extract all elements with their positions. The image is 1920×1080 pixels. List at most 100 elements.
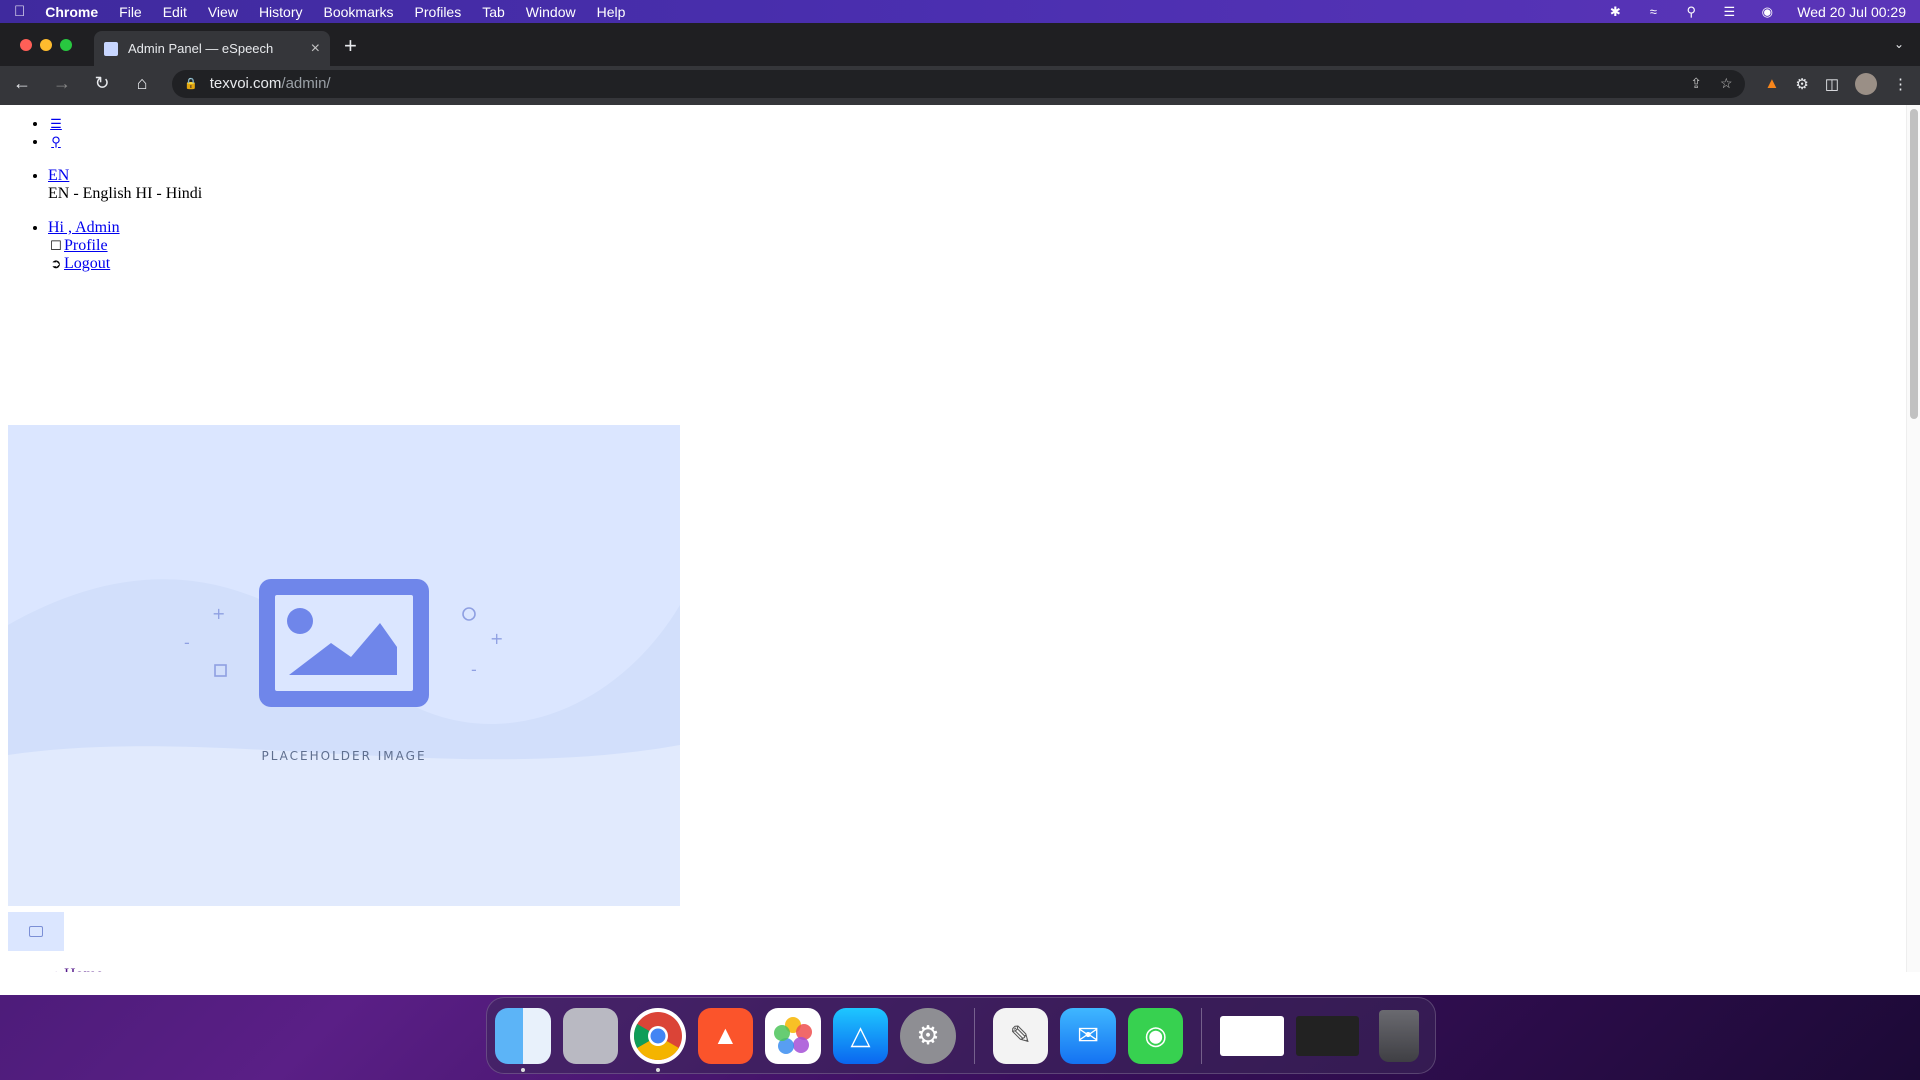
- tab-strip: Admin Panel — eSpeech × + ⌄: [0, 23, 1920, 66]
- home-button-icon[interactable]: ⌂: [132, 73, 152, 94]
- share-icon[interactable]: ⇪: [1690, 75, 1702, 92]
- browser-menu-icon[interactable]: ⋮: [1893, 75, 1908, 93]
- back-icon[interactable]: ←: [12, 73, 32, 94]
- menu-edit[interactable]: Edit: [163, 4, 187, 20]
- dock-system-preferences-icon[interactable]: ⚙: [900, 1007, 956, 1064]
- menu-window[interactable]: Window: [526, 4, 576, 20]
- dock-brave-icon[interactable]: ▲: [697, 1007, 754, 1064]
- dock-launchpad-icon[interactable]: [562, 1007, 619, 1064]
- new-tab-button[interactable]: +: [344, 35, 357, 57]
- language-options[interactable]: EN - English HI - Hindi: [48, 185, 202, 202]
- running-indicator: [521, 1067, 525, 1072]
- dock-photos-icon[interactable]: [765, 1007, 821, 1064]
- list-item: ⌂Home: [48, 966, 161, 972]
- tab-search-chevron-icon[interactable]: ⌄: [1894, 37, 1904, 51]
- user-square-icon: ☐: [50, 238, 62, 253]
- sign-out-icon: ➲: [50, 256, 62, 271]
- bluetooth-icon[interactable]: ✱: [1607, 4, 1623, 19]
- menu-bar-clock[interactable]: Wed 20 Jul 00:29: [1797, 4, 1906, 20]
- siri-icon[interactable]: ◉: [1759, 4, 1775, 19]
- hamburger-menu-icon[interactable]: ☰: [48, 115, 64, 131]
- photos-flower-logo: [773, 1016, 812, 1054]
- page-viewport: ☰ ⚲ EN EN - English HI - Hindi Hi , Admi…: [0, 105, 1920, 972]
- dock-chrome-icon[interactable]: [630, 1007, 686, 1072]
- svg-text:-: -: [184, 633, 190, 652]
- dock-separator: [1201, 1007, 1203, 1064]
- dock-textedit-icon[interactable]: ✎: [992, 1007, 1049, 1064]
- chrome-logo: [633, 1011, 682, 1060]
- apple-menu-icon[interactable]: : [14, 3, 25, 20]
- lock-icon[interactable]: 🔒: [184, 77, 198, 90]
- menu-history[interactable]: History: [259, 4, 303, 20]
- profile-avatar[interactable]: [1855, 72, 1877, 95]
- spotlight-search-icon[interactable]: ⚲: [1683, 4, 1699, 19]
- macos-dock: ▲ △ ⚙ ✎ ✉ ◉: [486, 997, 1436, 1074]
- dock-mail-icon[interactable]: ✉: [1060, 1007, 1116, 1064]
- window-controls: [20, 39, 72, 51]
- page-scrollbar[interactable]: [1906, 105, 1920, 972]
- extensions-puzzle-icon[interactable]: ⚙: [1795, 75, 1808, 93]
- list-item: EN EN - English HI - Hindi: [48, 167, 202, 203]
- metamask-fox-icon[interactable]: ▲: [1765, 75, 1780, 92]
- dock-separator: [973, 1007, 975, 1064]
- control-center-icon[interactable]: ☰: [1721, 4, 1737, 19]
- tab-favicon-icon: [104, 41, 118, 56]
- user-greeting-link[interactable]: Hi , Admin: [48, 219, 120, 236]
- dock-trash-icon[interactable]: [1371, 1008, 1427, 1064]
- fullscreen-window-button[interactable]: [60, 39, 72, 51]
- tab-title: Admin Panel — eSpeech: [128, 41, 274, 56]
- bookmark-star-icon[interactable]: ☆: [1720, 75, 1733, 92]
- dock-finder-icon[interactable]: [495, 1007, 551, 1072]
- extensions-area: ▲ ⚙ ◫ ⋮: [1765, 72, 1908, 95]
- menu-bar-status-area: ✱ ≈ ⚲ ☰ ◉ Wed 20 Jul 00:29: [1607, 4, 1906, 20]
- side-panel-icon[interactable]: ◫: [1825, 75, 1839, 93]
- placeholder-image: + - + - PLACEHOLDER IMAGE: [8, 425, 680, 906]
- menu-view[interactable]: View: [208, 4, 238, 20]
- active-tab[interactable]: Admin Panel — eSpeech ×: [94, 31, 330, 66]
- user-menu: Hi , Admin ☐Profile ➲Logout: [8, 219, 202, 273]
- placeholder-illustration: + - + -: [8, 579, 680, 906]
- dock-messages-icon[interactable]: ◉: [1127, 1007, 1184, 1064]
- tab-close-icon[interactable]: ×: [311, 40, 320, 58]
- header-icons-list: ☰ ⚲: [8, 115, 202, 151]
- forward-icon[interactable]: →: [52, 73, 72, 94]
- menu-bookmarks[interactable]: Bookmarks: [324, 4, 394, 20]
- menu-profiles[interactable]: Profiles: [415, 4, 462, 20]
- minimize-window-button[interactable]: [40, 39, 52, 51]
- close-window-button[interactable]: [20, 39, 32, 51]
- image-icon: [29, 926, 43, 937]
- dock-minimized-chrome-window[interactable]: [1220, 1015, 1284, 1056]
- trash-can-icon: [1379, 1009, 1420, 1062]
- logout-link[interactable]: Logout: [64, 255, 110, 273]
- running-indicator: [656, 1067, 661, 1072]
- menu-app-name[interactable]: Chrome: [45, 4, 98, 20]
- browser-toolbar: ← → ↻ ⌂ 🔒 texvoi.com /admin/ ⇪ ☆ ▲ ⚙ ◫ ⋮: [0, 66, 1920, 101]
- profile-row: ☐ Profile: [48, 237, 108, 255]
- wifi-icon[interactable]: ≈: [1645, 4, 1661, 19]
- menu-file[interactable]: File: [119, 4, 142, 20]
- reload-icon[interactable]: ↻: [92, 73, 112, 94]
- svg-text:+: +: [212, 604, 225, 623]
- scrollbar-thumb[interactable]: [1910, 109, 1918, 419]
- svg-text:-: -: [471, 660, 477, 679]
- menu-tab[interactable]: Tab: [482, 4, 505, 20]
- sidebar-item-label: Home: [64, 966, 103, 972]
- url-path: /admin/: [281, 75, 331, 92]
- language-selector: EN EN - English HI - Hindi: [8, 167, 202, 203]
- home-icon: ⌂: [48, 966, 64, 972]
- search-icon[interactable]: ⚲: [48, 133, 64, 149]
- language-toggle-link[interactable]: EN: [48, 167, 69, 184]
- dock-app-store-icon[interactable]: △: [832, 1007, 889, 1064]
- menu-help[interactable]: Help: [597, 4, 626, 20]
- address-bar[interactable]: 🔒 texvoi.com /admin/ ⇪ ☆: [172, 69, 1745, 98]
- placeholder-caption: PLACEHOLDER IMAGE: [261, 749, 427, 763]
- logout-row: ➲ Logout: [48, 255, 111, 273]
- list-item: ☰: [48, 115, 202, 133]
- small-placeholder-thumbnail: [8, 912, 64, 951]
- url-host: texvoi.com: [209, 75, 282, 92]
- sidebar-item-home[interactable]: ⌂Home: [48, 966, 103, 972]
- profile-link[interactable]: Profile: [64, 237, 108, 255]
- dock-minimized-terminal-window[interactable]: [1295, 1015, 1360, 1056]
- sidebar-nav-list: ⌂Home♩Text to Speech●Users TTS▤Plans♨Sub…: [8, 966, 161, 972]
- svg-text:+: +: [490, 629, 503, 648]
